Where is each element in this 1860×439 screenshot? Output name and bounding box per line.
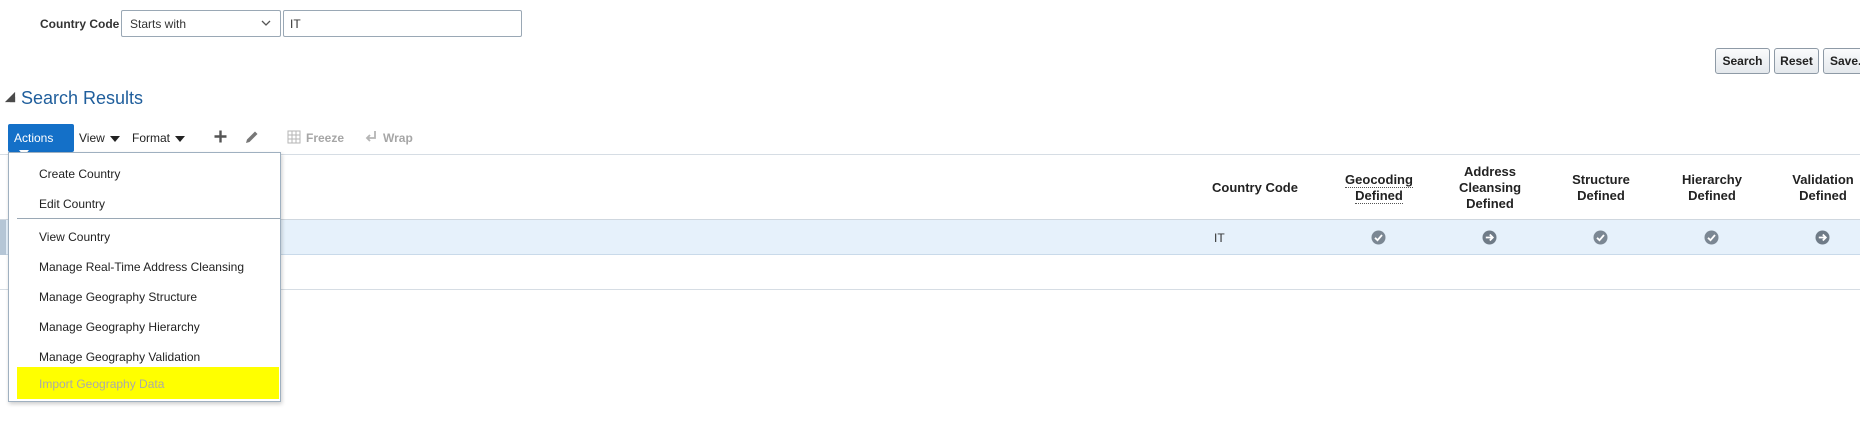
col-header-line: Defined [1799,188,1847,203]
chevron-down-icon [261,20,271,26]
menu-item-create-country[interactable]: Create Country [39,167,120,181]
caret-down-icon [175,135,186,142]
menu-separator [17,218,280,219]
col-header-country-code[interactable]: Country Code [1195,180,1315,196]
operator-select[interactable]: Starts with [121,10,281,37]
country-code-label: Country Code [40,17,120,31]
reset-button[interactable]: Reset [1774,48,1819,74]
col-header-line: Address [1463,164,1517,179]
col-header-line: Defined [1688,188,1736,203]
col-header-validation[interactable]: Validation Defined [1778,172,1860,204]
col-header-geocoding[interactable]: Geocoding Defined [1334,172,1424,204]
col-header-structure[interactable]: Structure Defined [1556,172,1646,204]
country-code-input[interactable]: IT [283,10,522,37]
check-circle-icon [1704,230,1719,245]
format-label: Format [132,131,171,145]
menu-item-edit-country[interactable]: Edit Country [39,197,105,211]
menu-item-manage-geography-validation[interactable]: Manage Geography Validation [39,350,200,364]
col-header-line: Hierarchy [1682,172,1742,187]
view-label: View [79,131,105,145]
view-menu[interactable]: View [79,131,120,145]
actions-label: Actions [14,131,54,145]
col-header-line: Geocoding [1345,172,1413,188]
format-menu[interactable]: Format [132,131,186,145]
collapse-triangle-icon[interactable] [4,91,16,103]
wrap-icon [365,131,376,142]
edit-pencil-icon[interactable] [243,129,260,146]
search-results-title: Search Results [21,88,144,108]
menu-item-view-country[interactable]: View Country [39,230,110,244]
caret-down-icon [109,135,120,142]
actions-dropdown-menu: Create Country Edit Country View Country… [8,152,281,402]
col-header-line: Cleansing [1458,180,1522,195]
col-header-address-cleansing[interactable]: Address Cleansing Defined [1445,164,1535,212]
save-button[interactable]: Save... [1823,48,1860,74]
cell-country-code: IT [1214,231,1225,245]
menu-item-import-geography-data[interactable]: Import Geography Data [39,377,164,391]
search-button[interactable]: Search [1715,48,1770,74]
freeze-label: Freeze [306,131,345,145]
col-header-hierarchy[interactable]: Hierarchy Defined [1667,172,1757,204]
operator-value: Starts with [130,17,187,31]
wrap-label: Wrap [383,131,413,145]
col-header-line: Validation [1792,172,1854,187]
row-selector[interactable] [0,220,6,255]
menu-item-manage-geography-structure[interactable]: Manage Geography Structure [39,290,197,304]
freeze-icon [287,130,301,144]
add-icon[interactable] [213,129,228,144]
col-header-line: Defined [1577,188,1625,203]
col-header-line: Defined [1355,188,1403,204]
col-header-line: Defined [1466,196,1514,211]
check-circle-icon [1593,230,1608,245]
col-header-line: Structure [1572,172,1630,187]
menu-item-manage-address-cleansing[interactable]: Manage Real-Time Address Cleansing [39,260,244,274]
check-circle-icon [1371,230,1386,245]
actions-menu-button[interactable]: Actions [8,124,74,156]
arrow-circle-icon[interactable] [1482,230,1497,245]
arrow-circle-icon[interactable] [1815,230,1830,245]
menu-item-manage-geography-hierarchy[interactable]: Manage Geography Hierarchy [39,320,200,334]
